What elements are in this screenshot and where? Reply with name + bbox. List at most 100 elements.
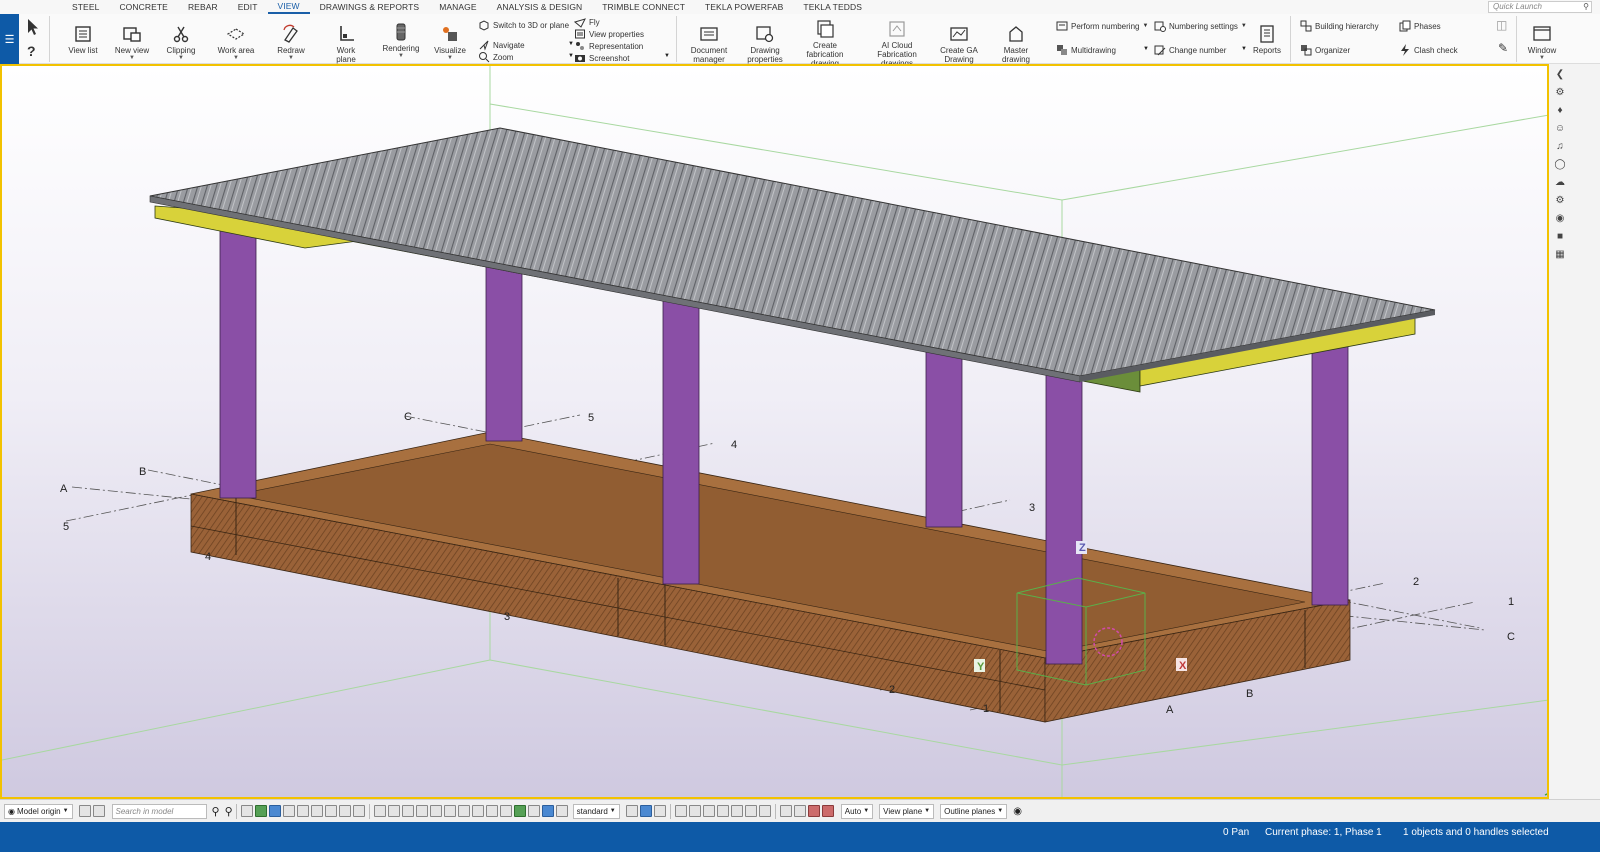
snap-tool-2[interactable] [639,805,652,817]
snap-point-1[interactable] [674,805,687,817]
model-viewport[interactable]: A B C 5 4 3 5 4 3 2 1 C 2 1 A B Z Y X [0,64,1549,799]
tab-edit[interactable]: EDIT [228,0,268,14]
snap-tool-3[interactable] [653,805,666,817]
window-button[interactable]: Window ▼ [1522,24,1562,61]
users-icon[interactable]: ☺ [1553,122,1567,136]
tab-rebar[interactable]: REBAR [178,0,228,14]
representation-button[interactable]: Representation [574,40,643,52]
select-objects-tool[interactable] [268,805,281,817]
select-filter-8[interactable] [471,805,484,817]
select-filter-7[interactable] [457,805,470,817]
column-a1[interactable] [1045,349,1083,665]
switch-3d-button[interactable]: Switch to 3D or plane [478,19,569,31]
select-filter-6[interactable] [443,805,456,817]
model-origin-dropdown[interactable]: ◉ Model origin ▼ [4,803,73,819]
select-filter-11[interactable] [513,805,526,817]
select-cursor-tool[interactable] [240,805,253,817]
tab-concrete[interactable]: CONCRETE [109,0,178,14]
search-icon[interactable]: ⚲ [212,805,220,818]
tab-manage[interactable]: MANAGE [429,0,486,14]
snap-point-2[interactable] [688,805,701,817]
plane-dropdown[interactable]: View plane ▼ [879,803,935,819]
chevron-down-icon[interactable]: ▼ [664,53,670,59]
phases-button[interactable]: Phases [1399,20,1441,32]
learning-icon[interactable]: ♦ [1553,104,1567,118]
perform-numbering-button[interactable]: Perform numbering ▼ [1056,20,1148,32]
view-properties-button[interactable]: View properties [574,28,644,40]
fly-button[interactable]: Fly [574,16,600,28]
status-phase[interactable]: Current phase: 1, Phase 1 [1265,827,1382,838]
cloud-icon[interactable]: ☁ [1553,176,1567,190]
visibility-icon[interactable]: ◉ [1013,806,1022,817]
column-c1[interactable] [1311,334,1349,606]
snap-point-7[interactable] [758,805,771,817]
pin-icon[interactable]: ✎ [1498,41,1508,55]
select-filter-10[interactable] [499,805,512,817]
screenshot-button[interactable]: Screenshot [574,52,629,64]
chevron-down-icon[interactable]: ▼ [1143,46,1149,52]
notifications-icon[interactable]: ♫ [1553,140,1567,154]
outline-planes-dropdown[interactable]: Outline planes ▼ [940,803,1008,819]
select-assembly-tool[interactable] [282,805,295,817]
column-a3[interactable] [662,271,700,585]
numbering-settings-button[interactable]: Numbering settings ▼ [1154,20,1247,32]
multidrawing-button[interactable]: Multidrawing [1056,44,1116,56]
snap-point-4[interactable] [716,805,729,817]
foundation-slab[interactable] [190,431,1351,723]
select-components-tool[interactable] [296,805,309,817]
tab-steel[interactable]: STEEL [62,0,109,14]
model-scene[interactable]: A B C 5 4 3 5 4 3 2 1 C 2 1 A B Z Y X [0,64,1549,799]
select-filter-2[interactable] [387,805,400,817]
select-filter-5[interactable] [429,805,442,817]
clash-check-button[interactable]: Clash check [1399,44,1458,56]
snap-point-6[interactable] [744,805,757,817]
depth-dropdown[interactable]: Auto ▼ [840,803,874,819]
select-filter-14[interactable] [555,805,568,817]
snap-point-10[interactable] [807,805,820,817]
snap-point-9[interactable] [793,805,806,817]
search-options-icon[interactable]: ⚲ [225,805,233,818]
snap-toggle-2[interactable] [92,805,105,817]
redraw-button[interactable]: Redraw ▼ [271,24,311,61]
chevron-down-icon[interactable]: ▼ [1241,46,1247,52]
tab-trimble-connect[interactable]: TRIMBLE CONNECT [592,0,695,14]
search-in-model-input[interactable]: Search in model [111,803,207,819]
select-grids-tool[interactable] [310,805,323,817]
select-filter-1[interactable] [373,805,386,817]
snap-point-5[interactable] [730,805,743,817]
organizer-button[interactable]: Organizer [1300,44,1350,56]
tab-view[interactable]: VIEW [267,0,310,14]
document-manager-button[interactable]: Document manager [686,24,732,64]
select-parts-tool[interactable] [254,805,267,817]
navigate-button[interactable]: Navigate [478,39,525,51]
tab-drawings-reports[interactable]: DRAWINGS & REPORTS [310,0,430,14]
column-c3[interactable] [925,344,963,528]
help-tool-button[interactable]: ? [22,41,44,63]
column-c5[interactable] [485,257,523,442]
snap-toggle-1[interactable] [78,805,91,817]
snap-tool-1[interactable] [625,805,638,817]
properties-icon[interactable]: ⚙ [1553,86,1567,100]
select-filter-4[interactable] [415,805,428,817]
clipping-button[interactable]: Clipping ▼ [161,24,201,61]
select-filter-9[interactable] [485,805,498,817]
change-number-button[interactable]: Change number [1154,44,1226,56]
select-filter-12[interactable] [527,805,540,817]
snap-point-3[interactable] [702,805,715,817]
rendering-button[interactable]: Rendering ▼ [381,22,421,59]
tab-tekla-powerfab[interactable]: TEKLA POWERFAB [695,0,793,14]
zoom-button[interactable]: Zoom [478,51,513,63]
select-bolts-tool[interactable] [352,805,365,817]
building-hierarchy-button[interactable]: Building hierarchy [1300,20,1379,32]
select-welds-tool[interactable] [338,805,351,817]
create-ga-drawing-button[interactable]: Create GA Drawing [939,24,979,64]
app-menu-button[interactable]: ☰ [0,14,19,64]
select-lines-tool[interactable] [324,805,337,817]
column-a5[interactable] [219,227,257,499]
gear-icon[interactable]: ⚙ [1553,194,1567,208]
visualize-button[interactable]: Visualize ▼ [430,24,470,61]
view-list-button[interactable]: View list [63,24,103,55]
work-area-button[interactable]: Work area ▼ [216,24,256,61]
select-filter-3[interactable] [401,805,414,817]
roof-deck[interactable] [149,127,1436,383]
